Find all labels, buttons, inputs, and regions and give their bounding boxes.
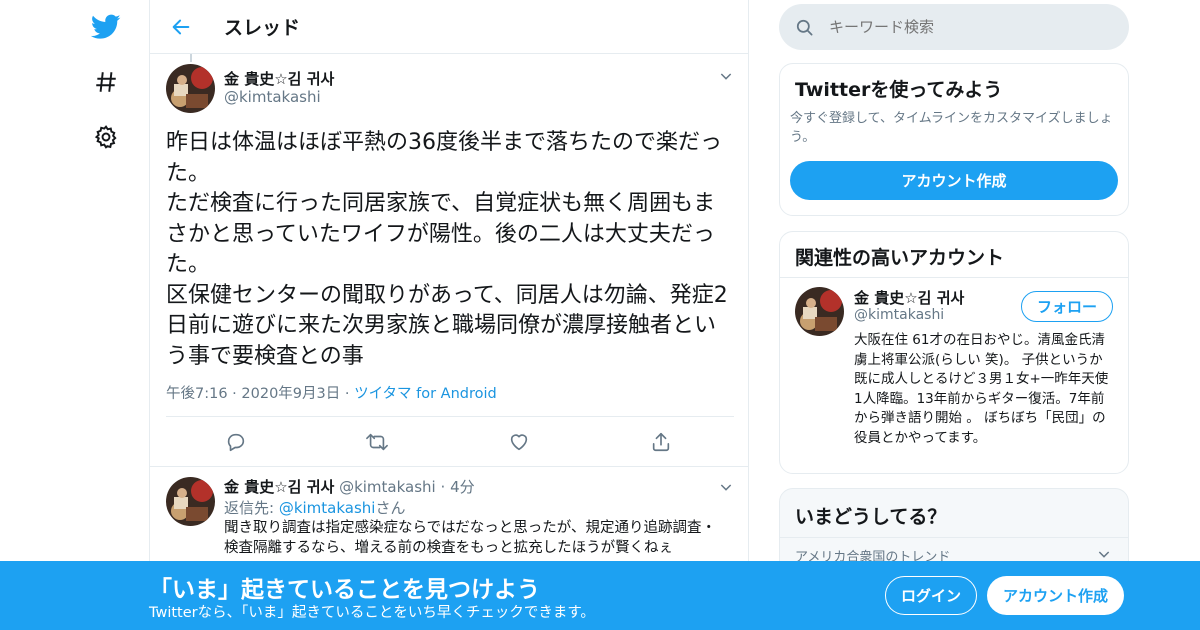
search-box[interactable]: [779, 4, 1129, 50]
tweet-text: 昨日は体温はほぼ平熱の36度後半まで落ちたので楽だった。 ただ検査に行った同居家…: [166, 130, 728, 369]
twitter-bird-icon[interactable]: [88, 9, 124, 45]
avatar[interactable]: [166, 477, 215, 526]
signup-card-description: 今すぐ登録して、タイムラインをカスタマイズしましょう。: [790, 111, 1113, 145]
trends-card-title: いまどうしてる？: [795, 506, 947, 528]
meta-separator: ·: [440, 478, 446, 496]
divider: [780, 537, 1128, 538]
page-title: スレッド: [224, 17, 301, 39]
reply-to-handle[interactable]: @kimtakashi: [279, 499, 376, 517]
thread-column: スレッド 金 貴史☆김 귀사 @kimtakashi 昨日は体温はほぼ平熱の36…: [149, 0, 749, 630]
hashtag-icon[interactable]: [88, 64, 124, 100]
reply-icon[interactable]: [223, 429, 249, 455]
create-account-button[interactable]: アカウント作成: [790, 161, 1118, 200]
like-icon[interactable]: [506, 429, 532, 455]
tweet-source[interactable]: ツイタマ for Android: [354, 386, 497, 402]
meta-separator: ·: [344, 386, 355, 402]
reply-author-handle[interactable]: @kimtakashi: [339, 478, 436, 496]
thread-header: スレッド: [150, 0, 748, 54]
account-bio: 大阪在住 61才の在日おやじ。清風金氏清虜上将軍公派(らしい 笑)。 子供という…: [854, 332, 1109, 446]
tweet-date[interactable]: 2020年9月3日: [241, 386, 340, 402]
tweet-time[interactable]: 午後7:16: [166, 386, 228, 402]
reply-author-name[interactable]: 金 貴史☆김 귀사: [224, 478, 334, 496]
reply-header: 金 貴史☆김 귀사 @kimtakashi · 4分: [224, 476, 475, 497]
avatar[interactable]: [166, 64, 215, 113]
signup-banner: 「いま」起きていることを見つけよう Twitterなら、「いま」起きていることを…: [0, 561, 1200, 630]
signup-button[interactable]: アカウント作成: [987, 576, 1124, 615]
related-card-title: 関連性の高いアカウント: [795, 247, 1005, 269]
reply-to: 返信先: @kimtakashiさん: [224, 497, 406, 518]
reply-time[interactable]: 4分: [450, 478, 475, 496]
signup-card: Twitterを使ってみよう 今すぐ登録して、タイムラインをカスタマイズしましょ…: [779, 63, 1129, 216]
related-accounts-card: 関連性の高いアカウント 金 貴史☆김 귀사 @kimtakashi フォロー 大…: [779, 231, 1129, 474]
reply-to-label: 返信先:: [224, 499, 279, 517]
author-handle[interactable]: @kimtakashi: [224, 88, 321, 106]
banner-title: 「いま」起きていることを見つけよう: [149, 577, 540, 603]
account-handle[interactable]: @kimtakashi: [854, 307, 944, 323]
login-button[interactable]: ログイン: [885, 576, 977, 615]
retweet-icon[interactable]: [364, 429, 390, 455]
search-input[interactable]: [829, 14, 1109, 40]
account-name[interactable]: 金 貴史☆김 귀사: [854, 287, 964, 308]
avatar[interactable]: [795, 287, 844, 336]
arrow-left-icon[interactable]: [166, 12, 196, 42]
share-icon[interactable]: [648, 429, 674, 455]
tweet-meta: 午後7:16 · 2020年9月3日 · ツイタマ for Android: [166, 382, 497, 403]
gear-icon[interactable]: [88, 119, 124, 155]
author-name[interactable]: 金 貴史☆김 귀사: [224, 68, 334, 89]
divider: [150, 466, 748, 467]
reply-text: 聞き取り調査は指定感染症ならではだなっと思ったが、規定通り追跡調査・検査隔離する…: [224, 520, 716, 556]
signup-card-title: Twitterを使ってみよう: [795, 79, 1003, 101]
follow-button[interactable]: フォロー: [1021, 291, 1113, 322]
chevron-down-icon[interactable]: [718, 479, 734, 499]
banner-subtitle: Twitterなら、「いま」起きていることをいち早くチェックできます。: [149, 605, 595, 621]
meta-separator: ·: [232, 386, 242, 402]
reply-to-suffix: さん: [375, 499, 406, 517]
divider: [780, 277, 1128, 278]
search-icon: [795, 18, 814, 41]
chevron-down-icon[interactable]: [718, 68, 734, 88]
tweet-actions: [166, 416, 734, 466]
thread-connector-line: [190, 54, 192, 62]
